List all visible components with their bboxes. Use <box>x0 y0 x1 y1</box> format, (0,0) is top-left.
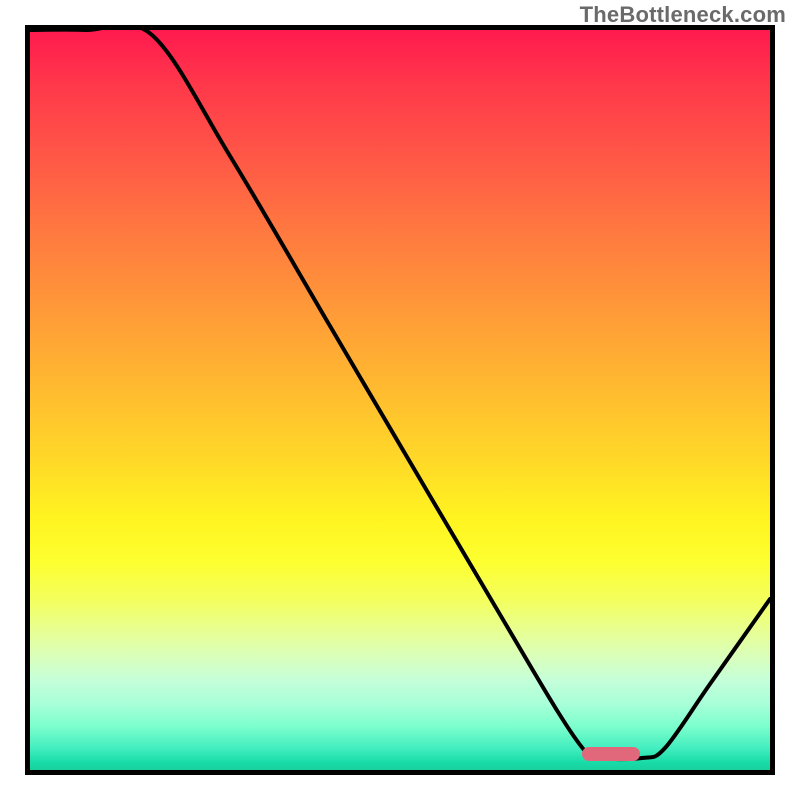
chart-frame <box>25 25 775 775</box>
chart-container: TheBottleneck.com <box>0 0 800 800</box>
bottleneck-curve <box>30 30 770 770</box>
optimal-range-marker <box>582 747 640 761</box>
